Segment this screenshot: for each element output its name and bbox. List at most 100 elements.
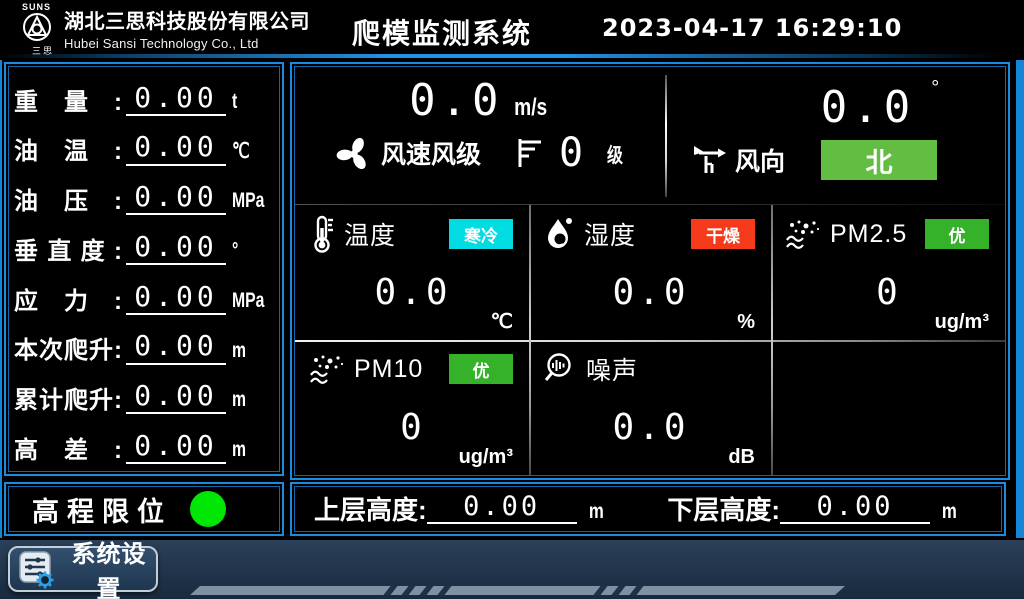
measure-label: 油压: <box>14 186 122 217</box>
measure-label: 垂直度: <box>14 236 122 267</box>
sensor-unit: ℃ <box>491 309 513 334</box>
sensor-grid: 温度 寒冷 0.0 ℃ 湿度 干燥 0.0 <box>295 205 1005 475</box>
sensor-value: 0 <box>309 410 517 446</box>
taskbar: 系统设置 <box>0 540 1024 599</box>
sensor-value: 0.0 <box>543 410 759 446</box>
wind-vane-icon <box>691 144 727 176</box>
wind-speed-labels: 风速风级 0 级 <box>295 133 665 173</box>
sensor-cell-humidity: 湿度 干燥 0.0 % <box>529 205 771 340</box>
elevation-limit-label: 高程限位 <box>32 490 172 529</box>
sensor-value: 0 <box>785 275 993 311</box>
measure-label: 高差: <box>14 435 122 466</box>
measure-row-height-diff: 高差: 0.00 m <box>14 420 274 466</box>
upper-height-unit: m <box>589 500 604 526</box>
measure-label: 重量: <box>14 87 122 118</box>
fan-icon <box>335 134 373 172</box>
header: SUNS 三思 湖北三思科技股份有限公司 Hubei Sansi Technol… <box>0 0 1024 55</box>
wind-level-icon <box>515 136 543 170</box>
environment-panel: 0.0 m/s 风速风级 <box>290 62 1010 480</box>
logo-suns-text: SUNS <box>22 2 66 12</box>
system-settings-button[interactable]: 系统设置 <box>8 546 158 592</box>
wind-speed-block: 0.0 m/s 风速风级 <box>295 67 665 205</box>
sensor-cell-pm25: PM2.5 优 0 ug/m³ <box>771 205 1005 340</box>
elevation-limit-indicator <box>190 491 226 527</box>
sensor-cell-pm10: PM10 优 0 ug/m³ <box>295 340 529 475</box>
sensor-label: PM2.5 <box>830 220 907 249</box>
measure-value: 0.00 <box>126 281 226 315</box>
company-name: 湖北三思科技股份有限公司 Hubei Sansi Technology Co.,… <box>64 5 310 51</box>
upper-height-label: 上层高度: <box>314 495 427 526</box>
measure-unit: m <box>232 388 264 416</box>
lower-height-label: 下层高度: <box>667 495 780 526</box>
status-badge: 优 <box>449 354 513 384</box>
measurements-panel: 重量: 0.00 t 油温: 0.00 ℃ 油压: 0.00 MPa 垂直度: … <box>4 62 284 476</box>
wind-direction-label: 风向 <box>735 142 785 178</box>
sensor-unit: dB <box>728 446 755 469</box>
frame-edge-right <box>1016 60 1024 538</box>
lower-height-unit: m <box>942 500 957 526</box>
settings-button-label: 系统设置 <box>62 534 156 599</box>
company-logo: SUNS 三思 <box>20 2 66 57</box>
company-name-cn: 湖北三思科技股份有限公司 <box>64 5 310 34</box>
sensor-cell-noise: 噪声 0.0 dB <box>529 340 771 475</box>
sensor-cell-temperature: 温度 寒冷 0.0 ℃ <box>295 205 529 340</box>
upper-height-value: 0.00 <box>427 492 577 524</box>
measure-row-verticality: 垂直度: 0.00 ° <box>14 221 274 267</box>
company-name-en: Hubei Sansi Technology Co., Ltd <box>64 36 310 51</box>
measure-value: 0.00 <box>126 380 226 414</box>
measure-row-weight: 重量: 0.00 t <box>14 72 274 118</box>
wind-speed-value-row: 0.0 m/s <box>295 77 665 125</box>
measure-unit: t <box>232 90 264 118</box>
sensor-unit: % <box>737 311 755 334</box>
measure-value: 0.00 <box>126 82 226 116</box>
wind-speed-unit: m/s <box>514 95 547 121</box>
measure-label: 累计爬升: <box>14 385 122 416</box>
measure-row-current-climb: 本次爬升: 0.00 m <box>14 321 274 367</box>
lower-height-value: 0.00 <box>780 492 930 524</box>
hmi-screen: SUNS 三思 湖北三思科技股份有限公司 Hubei Sansi Technol… <box>0 0 1024 599</box>
measure-label: 本次爬升: <box>14 335 122 366</box>
noise-icon <box>543 351 577 387</box>
thermometer-icon <box>309 214 335 254</box>
wind-speed-label: 风速风级 <box>381 135 481 171</box>
measure-value: 0.00 <box>126 131 226 165</box>
sensor-label: 温度 <box>344 216 396 252</box>
measure-unit: m <box>232 438 264 466</box>
wind-direction-value: 0.0 <box>821 82 915 133</box>
wind-level-unit: 级 <box>607 139 623 168</box>
measure-unit: MPa <box>232 189 264 217</box>
measure-value: 0.00 <box>126 181 226 215</box>
wind-direction-badge: 北 <box>821 140 937 180</box>
droplet-icon <box>543 215 575 253</box>
measure-row-stress: 应力: 0.00 MPa <box>14 271 274 317</box>
status-badge: 寒冷 <box>449 219 513 249</box>
status-badge: 优 <box>925 219 989 249</box>
wind-direction-labels: 风向 北 <box>665 140 1005 180</box>
wind-level-value: 0 <box>559 133 583 173</box>
wind-speed-value: 0.0 <box>409 75 503 126</box>
status-badge: 干燥 <box>691 219 755 249</box>
wind-direction-unit: ° <box>931 77 939 99</box>
dust-icon <box>785 218 821 250</box>
wind-direction-block: 0.0 ° 风向 北 <box>665 67 1005 205</box>
measure-row-oil-temp: 油温: 0.00 ℃ <box>14 122 274 168</box>
sensor-label: PM10 <box>354 355 423 384</box>
measure-label: 应力: <box>14 286 122 317</box>
header-divider <box>0 54 1024 58</box>
measure-value: 0.00 <box>126 330 226 364</box>
page-title: 爬模监测系统 <box>352 12 532 52</box>
sansi-logo-icon <box>20 12 54 44</box>
taskbar-decor-stripe <box>190 586 845 595</box>
sensor-unit: ug/m³ <box>935 311 989 334</box>
measure-unit: ℃ <box>232 139 264 168</box>
sensor-value: 0.0 <box>309 275 517 311</box>
layer-heights-box: 上层高度: 0.00 m 下层高度: 0.00 m <box>290 482 1006 536</box>
measure-row-total-climb: 累计爬升: 0.00 m <box>14 370 274 416</box>
elevation-limit-box: 高程限位 <box>4 482 284 536</box>
wind-direction-value-row: 0.0 ° <box>665 77 1005 132</box>
measure-value: 0.00 <box>126 430 226 464</box>
wind-section: 0.0 m/s 风速风级 <box>295 67 1005 205</box>
lower-height-group: 下层高度: 0.00 m <box>667 492 958 526</box>
dust-icon <box>309 353 345 385</box>
measure-row-oil-pressure: 油压: 0.00 MPa <box>14 171 274 217</box>
